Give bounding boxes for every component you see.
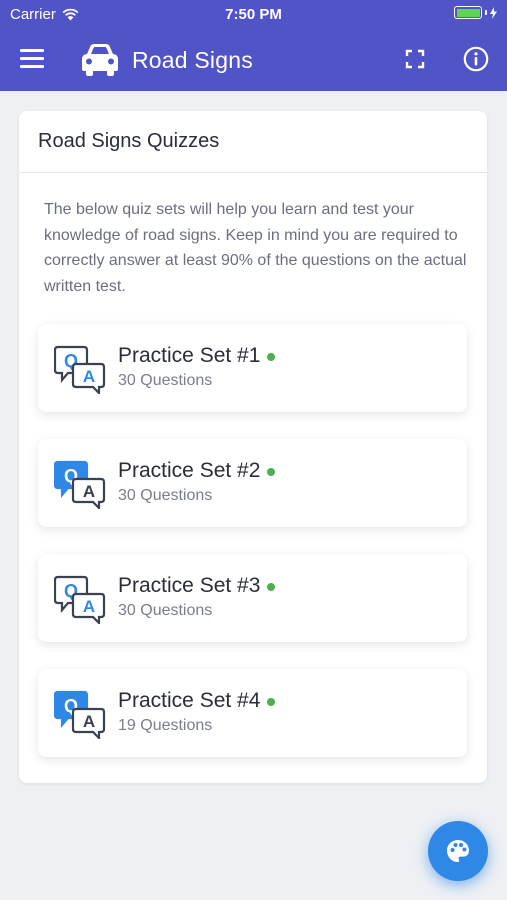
question-count: 19 Questions (118, 717, 213, 734)
bolt-icon (490, 6, 497, 19)
theme-fab-button[interactable] (428, 821, 488, 881)
info-icon[interactable] (463, 46, 489, 72)
practice-set-title: Practice Set #4 (118, 689, 261, 712)
battery-indicator (454, 6, 497, 19)
practice-set-item-3[interactable]: Q A Practice Set #3 30 Questions (38, 554, 467, 642)
expand-icon[interactable] (405, 49, 425, 69)
quizzes-card: Road Signs Quizzes The below quiz sets w… (19, 111, 487, 783)
palette-icon (447, 840, 469, 862)
status-time: 7:50 PM (225, 6, 282, 23)
practice-set-name: Practice Set #4 (118, 689, 276, 713)
status-dot (267, 698, 276, 706)
practice-set-name: Practice Set #1 (118, 344, 276, 368)
hamburger-menu-icon[interactable] (20, 49, 44, 69)
practice-set-title: Practice Set #2 (118, 459, 261, 482)
practice-set-item-2[interactable]: Q A Practice Set #2 30 Questions (38, 439, 467, 527)
practice-set-name: Practice Set #2 (118, 459, 276, 483)
question-count: 30 Questions (118, 602, 213, 619)
status-bar: Carrier 7:50 PM (0, 0, 507, 28)
qa-icon: Q A (54, 575, 106, 624)
status-dot (267, 583, 276, 591)
status-dot (267, 468, 276, 476)
card-title: Road Signs Quizzes (19, 111, 487, 173)
practice-set-title: Practice Set #3 (118, 574, 261, 597)
qa-icon: Q A (54, 690, 106, 739)
app-bar: Road Signs (0, 28, 507, 91)
svg-text:A: A (83, 482, 95, 501)
qa-icon: Q A (54, 460, 106, 509)
question-count: 30 Questions (118, 372, 213, 389)
practice-set-title: Practice Set #1 (118, 344, 261, 367)
svg-text:A: A (83, 597, 95, 616)
qa-icon: Q A (54, 345, 106, 394)
status-dot (267, 353, 276, 361)
practice-set-item-4[interactable]: Q A Practice Set #4 19 Questions (38, 669, 467, 757)
app-title: Road Signs (132, 47, 253, 73)
svg-text:A: A (83, 367, 95, 386)
question-count: 30 Questions (118, 487, 213, 504)
svg-text:A: A (83, 712, 95, 731)
battery-icon (454, 6, 482, 19)
practice-set-name: Practice Set #3 (118, 574, 276, 598)
car-icon (82, 44, 118, 76)
card-description: The below quiz sets will help you learn … (44, 201, 467, 295)
practice-set-item-1[interactable]: Q A Practice Set #1 30 Questions (38, 324, 467, 412)
